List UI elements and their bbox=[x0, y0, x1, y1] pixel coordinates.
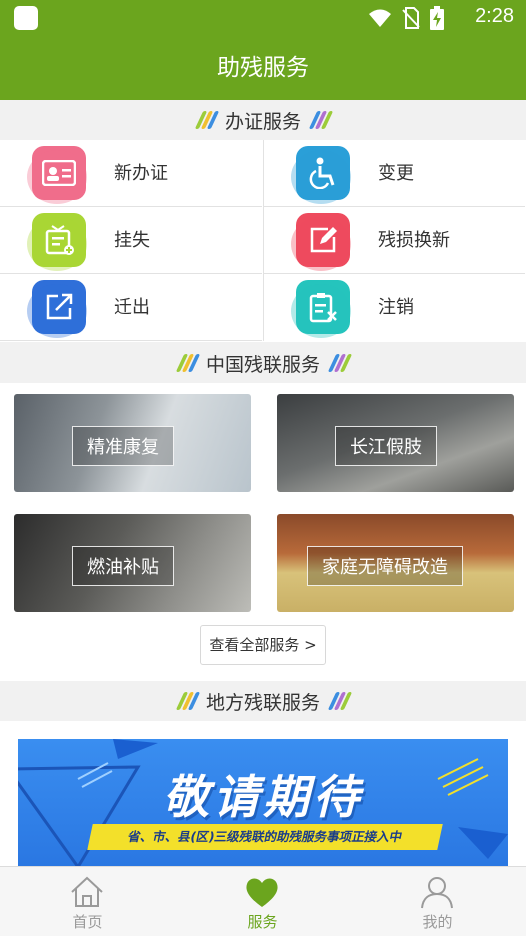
card-precision-rehab[interactable]: 精准康复 bbox=[14, 394, 251, 492]
bottom-tab-bar: 首页 服务 我的 bbox=[0, 866, 526, 936]
service-label: 挂失 bbox=[114, 230, 150, 251]
local-section-header: 地方残联服务 bbox=[0, 681, 526, 721]
edit-icon bbox=[291, 213, 351, 271]
local-section-title: 地方残联服务 bbox=[205, 691, 320, 714]
wifi-icon bbox=[368, 8, 392, 32]
decoration-right-icon bbox=[327, 353, 353, 373]
banner-title: 敬请期待 bbox=[163, 770, 363, 824]
card-label: 家庭无障碍改造 bbox=[307, 546, 463, 586]
service-label: 变更 bbox=[378, 163, 414, 184]
home-icon bbox=[71, 876, 103, 907]
report-loss-icon bbox=[27, 213, 87, 271]
card-fuel-subsidy[interactable]: 燃油补贴 bbox=[14, 514, 251, 612]
tab-label: 首页 bbox=[72, 913, 103, 931]
move-out-icon bbox=[27, 280, 87, 338]
card-label: 精准康复 bbox=[72, 426, 174, 466]
id-card-icon bbox=[27, 146, 87, 204]
heart-icon bbox=[246, 878, 278, 907]
user-icon bbox=[421, 877, 453, 909]
local-services: 敬请期待 省、市、县(区)三级残联的助残服务事项正接入中 bbox=[0, 721, 526, 866]
decoration-left-icon bbox=[175, 691, 201, 711]
service-label: 新办证 bbox=[114, 163, 168, 184]
view-all-services-button[interactable]: 查看全部服务 > bbox=[200, 625, 326, 665]
cdpf-section-title: 中国残联服务 bbox=[205, 353, 320, 376]
tab-label: 服务 bbox=[247, 913, 278, 931]
decoration-right-icon bbox=[308, 110, 334, 130]
service-change[interactable]: 变更 bbox=[263, 140, 525, 207]
card-changjiang-prosthetics[interactable]: 长江假肢 bbox=[277, 394, 514, 492]
app-notification-icon bbox=[14, 6, 38, 30]
tab-home[interactable]: 首页 bbox=[0, 867, 175, 936]
decoration-left-icon bbox=[194, 110, 220, 130]
service-replace-damaged[interactable]: 残损换新 bbox=[263, 207, 525, 274]
cancel-document-icon bbox=[291, 280, 351, 338]
certificate-services-grid: 新办证 变更 挂失 残损换新 迁出 注销 bbox=[0, 140, 526, 342]
service-cancel[interactable]: 注销 bbox=[263, 274, 525, 341]
banner-subtitle: 省、市、县(区)三级残联的助残服务事项正接入中 bbox=[87, 824, 443, 850]
service-label: 迁出 bbox=[114, 297, 150, 318]
cdpf-section-header: 中国残联服务 bbox=[0, 343, 526, 383]
cdpf-services: 精准康复 长江假肢 燃油补贴 家庭无障碍改造 查看全部服务 > bbox=[0, 383, 526, 681]
tab-mine[interactable]: 我的 bbox=[350, 867, 525, 936]
decoration-left-icon bbox=[175, 353, 201, 373]
tab-services[interactable]: 服务 bbox=[175, 867, 350, 936]
card-label: 燃油补贴 bbox=[72, 546, 174, 586]
service-move-out[interactable]: 迁出 bbox=[0, 274, 262, 341]
card-home-accessibility[interactable]: 家庭无障碍改造 bbox=[277, 514, 514, 612]
service-label: 注销 bbox=[378, 297, 414, 318]
decoration-right-icon bbox=[327, 691, 353, 711]
battery-charging-icon bbox=[430, 6, 444, 34]
card-label: 长江假肢 bbox=[335, 426, 437, 466]
status-time: 2:28 bbox=[475, 5, 514, 27]
service-new-certificate[interactable]: 新办证 bbox=[0, 140, 262, 207]
page-title: 助残服务 bbox=[0, 36, 526, 100]
no-sim-icon bbox=[402, 7, 420, 33]
coming-soon-banner[interactable]: 敬请期待 省、市、县(区)三级残联的助残服务事项正接入中 bbox=[18, 739, 508, 866]
certificate-section-header: 办证服务 bbox=[0, 100, 526, 140]
tab-label: 我的 bbox=[422, 913, 453, 931]
wheelchair-icon bbox=[291, 146, 351, 204]
certificate-section-title: 办证服务 bbox=[224, 110, 301, 133]
service-report-loss[interactable]: 挂失 bbox=[0, 207, 262, 274]
status-bar: 2:28 bbox=[0, 0, 526, 36]
service-label: 残损换新 bbox=[378, 230, 450, 251]
